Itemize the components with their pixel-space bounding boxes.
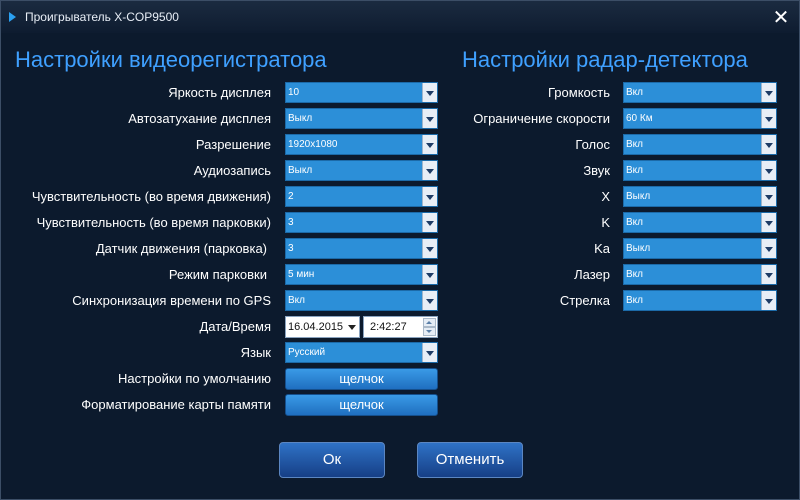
defaults-label: Настройки по умолчанию: [118, 371, 271, 386]
brightness-value: 10: [288, 87, 300, 98]
auto-dim-value: Выкл: [288, 113, 313, 124]
strelka-value: Вкл: [626, 295, 643, 306]
gps-sync-value: Вкл: [288, 295, 305, 306]
chevron-down-icon[interactable]: [422, 161, 437, 180]
sens-driving-label: Чувствительность (во время движения): [31, 189, 271, 204]
chevron-down-icon[interactable]: [348, 325, 356, 330]
volume-dropdown[interactable]: Вкл: [623, 82, 777, 103]
chevron-down-icon[interactable]: [422, 265, 437, 284]
time-field[interactable]: 2:42:27: [363, 316, 438, 338]
chevron-down-icon[interactable]: [422, 239, 437, 258]
language-value: Русский: [288, 347, 326, 358]
chevron-down-icon[interactable]: [422, 213, 437, 232]
parking-mode-dropdown[interactable]: 5 мин: [285, 264, 438, 285]
format-label: Форматирование карты памяти: [81, 397, 271, 412]
resolution-value: 1920x1080: [288, 139, 338, 150]
volume-label: Громкость: [548, 85, 610, 100]
chevron-down-icon[interactable]: [761, 83, 776, 102]
brightness-dropdown[interactable]: 10: [285, 82, 438, 103]
sound-value: Вкл: [626, 165, 643, 176]
brightness-label: Яркость дисплея: [168, 85, 271, 100]
spin-down-icon[interactable]: [423, 327, 436, 336]
chevron-down-icon[interactable]: [422, 291, 437, 310]
window-title: Проигрыватель X-COP9500: [25, 10, 179, 24]
voice-label: Голос: [575, 137, 610, 152]
laser-value: Вкл: [626, 269, 643, 280]
strelka-dropdown[interactable]: Вкл: [623, 290, 777, 311]
video-section-title: Настройки видеорегистратора: [15, 47, 327, 72]
gps-sync-dropdown[interactable]: Вкл: [285, 290, 438, 311]
format-card-button[interactable]: щелчок: [285, 394, 438, 416]
band-k-value: Вкл: [626, 217, 643, 228]
sens-parking-label: Чувствительность (во время парковки): [36, 215, 271, 230]
date-picker[interactable]: 16.04.2015: [285, 316, 360, 338]
sens-driving-value: 2: [288, 191, 294, 202]
chevron-down-icon[interactable]: [761, 187, 776, 206]
band-x-label: X: [601, 189, 610, 204]
chevron-down-icon[interactable]: [422, 83, 437, 102]
chevron-down-icon[interactable]: [761, 265, 776, 284]
band-ka-label: Ka: [594, 241, 610, 256]
sound-label: Звук: [583, 163, 610, 178]
chevron-down-icon[interactable]: [422, 135, 437, 154]
band-k-label: K: [601, 215, 610, 230]
audio-label: Аудиозапись: [193, 163, 271, 178]
spin-up-icon[interactable]: [423, 318, 436, 327]
speed-limit-label: Ограничение скорости: [473, 111, 610, 126]
motion-sensor-dropdown[interactable]: 3: [285, 238, 438, 259]
sens-driving-dropdown[interactable]: 2: [285, 186, 438, 207]
title-bar: Проигрыватель X-COP9500 ✕: [1, 1, 799, 33]
sens-parking-dropdown[interactable]: 3: [285, 212, 438, 233]
band-x-value: Выкл: [626, 191, 651, 202]
auto-dim-dropdown[interactable]: Выкл: [285, 108, 438, 129]
close-button[interactable]: ✕: [771, 8, 791, 28]
radar-section-title: Настройки радар-детектора: [462, 47, 748, 72]
chevron-down-icon[interactable]: [761, 291, 776, 310]
laser-dropdown[interactable]: Вкл: [623, 264, 777, 285]
time-value: 2:42:27: [370, 321, 407, 333]
voice-dropdown[interactable]: Вкл: [623, 134, 777, 155]
speed-limit-value: 60 Км: [626, 113, 653, 124]
motion-sensor-label: Датчик движения (парковка): [95, 241, 267, 256]
band-ka-dropdown[interactable]: Выкл: [623, 238, 777, 259]
resolution-dropdown[interactable]: 1920x1080: [285, 134, 438, 155]
chevron-down-icon[interactable]: [422, 343, 437, 362]
chevron-down-icon[interactable]: [761, 239, 776, 258]
band-k-dropdown[interactable]: Вкл: [623, 212, 777, 233]
parking-mode-value: 5 мин: [288, 269, 315, 280]
sens-parking-value: 3: [288, 217, 294, 228]
audio-dropdown[interactable]: Выкл: [285, 160, 438, 181]
chevron-down-icon[interactable]: [761, 135, 776, 154]
cancel-button[interactable]: Отменить: [417, 442, 523, 478]
chevron-down-icon[interactable]: [422, 187, 437, 206]
audio-value: Выкл: [288, 165, 313, 176]
play-icon: [9, 12, 16, 22]
sound-dropdown[interactable]: Вкл: [623, 160, 777, 181]
language-dropdown[interactable]: Русский: [285, 342, 438, 363]
band-x-dropdown[interactable]: Выкл: [623, 186, 777, 207]
speed-limit-dropdown[interactable]: 60 Км: [623, 108, 777, 129]
ok-button[interactable]: Ок: [279, 442, 385, 478]
reset-defaults-button[interactable]: щелчок: [285, 368, 438, 390]
band-ka-value: Выкл: [626, 243, 651, 254]
voice-value: Вкл: [626, 139, 643, 150]
parking-mode-label: Режим парковки: [168, 267, 267, 282]
chevron-down-icon[interactable]: [761, 161, 776, 180]
chevron-down-icon[interactable]: [422, 109, 437, 128]
chevron-down-icon[interactable]: [761, 109, 776, 128]
settings-window: Проигрыватель X-COP9500 ✕ Настройки виде…: [0, 0, 800, 500]
auto-dim-label: Автозатухание дисплея: [128, 111, 271, 126]
chevron-down-icon[interactable]: [761, 213, 776, 232]
resolution-label: Разрешение: [195, 137, 271, 152]
datetime-label: Дата/Время: [199, 319, 271, 334]
motion-sensor-value: 3: [288, 243, 294, 254]
volume-value: Вкл: [626, 87, 643, 98]
laser-label: Лазер: [574, 267, 610, 282]
gps-sync-label: Синхронизация времени по GPS: [72, 293, 271, 308]
strelka-label: Стрелка: [559, 293, 610, 308]
date-value: 16.04.2015: [288, 321, 344, 333]
language-label: Язык: [240, 345, 271, 360]
